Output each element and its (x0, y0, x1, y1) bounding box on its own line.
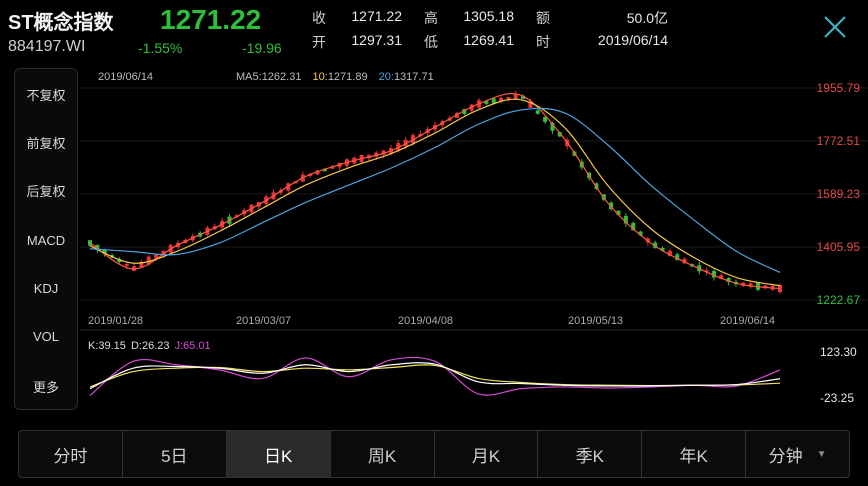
sidebar-item-no-adjust[interactable]: 不复权 (15, 85, 77, 104)
ma20-label: 20: (379, 71, 394, 83)
candle-body (124, 264, 129, 267)
candle-body (506, 97, 511, 99)
close-value: 1271.22 (351, 8, 402, 24)
chevron-down-icon: ▼ (816, 448, 827, 460)
low-label: 低 (424, 34, 438, 50)
sidebar-item-kdj[interactable]: KDJ (15, 281, 77, 296)
open-value: 1297.31 (351, 32, 402, 48)
kdj-axis: 123.30 -23.25 (820, 345, 857, 405)
change-amount: -19.96 (242, 40, 282, 56)
kdj-legend: K:39.15 D:26.23 J:65.01 (88, 340, 211, 352)
sidebar-item-backward-adjust[interactable]: 后复权 (15, 181, 77, 200)
tab-minute[interactable]: 分钟 ▼ (746, 431, 849, 477)
price-tick-label: 1955.79 (817, 81, 861, 95)
high-value: 1305.18 (463, 8, 514, 24)
date-tick-label: 2019/03/07 (236, 315, 291, 327)
high-label: 高 (424, 10, 438, 26)
ma5-label: MA5: (236, 71, 262, 83)
kdj-k-value: K:39.15 (88, 340, 126, 352)
tab-yearly-k[interactable]: 年K (642, 431, 747, 477)
sidebar-item-vol[interactable]: VOL (15, 329, 77, 344)
date-tick-label: 2019/06/14 (720, 315, 775, 327)
period-tabs: 分时 5日 日K 周K 月K 季K 年K 分钟 ▼ (18, 430, 850, 478)
ma20-value: 1317.71 (394, 71, 434, 83)
date-tick-label: 2019/01/28 (88, 315, 143, 327)
tab-5day[interactable]: 5日 (123, 431, 227, 477)
candle-body (535, 110, 540, 114)
index-title: ST概念指数 (8, 12, 114, 34)
date-value: 2019/06/14 (597, 32, 668, 48)
kdj-tick-label: 123.30 (820, 345, 857, 359)
tab-daily-k[interactable]: 日K (226, 431, 331, 477)
amount-value: 50.0亿 (626, 10, 668, 26)
price-tick-label: 1222.67 (817, 293, 861, 307)
sidebar-item-forward-adjust[interactable]: 前复权 (15, 133, 77, 152)
close-label: 收 (312, 10, 326, 26)
ma5-value: 1262.31 (262, 71, 302, 83)
sidebar-item-macd[interactable]: MACD (15, 233, 77, 248)
indicator-sidebar: 不复权 前复权 后复权 MACD KDJ VOL 更多 (14, 68, 78, 410)
tab-intraday[interactable]: 分时 (19, 431, 123, 477)
kdj-k-line (89, 362, 781, 390)
tab-weekly-k[interactable]: 周K (331, 431, 435, 477)
ma-legend: MA5:1262.31 10:1271.89 20:1317.71 (236, 71, 434, 83)
low-value: 1269.41 (463, 32, 514, 48)
kdj-lines (89, 356, 781, 396)
ma10-value: 1271.89 (328, 71, 368, 83)
kdj-d-line (89, 364, 781, 388)
date-tick-label: 2019/04/08 (398, 315, 453, 327)
kdj-j-line (89, 356, 781, 396)
chart-grid (80, 87, 868, 331)
close-icon[interactable] (822, 14, 848, 40)
open-label: 开 (312, 34, 326, 50)
kline-chart[interactable]: 2019/06/14 MA5:1262.31 10:1271.89 20:131… (80, 60, 868, 430)
ma10-label: 10: (313, 71, 328, 83)
price-tick-label: 1405.95 (817, 240, 861, 254)
date-tick-label: 2019/05/13 (568, 315, 623, 327)
chart-date: 2019/06/14 (98, 71, 153, 83)
kdj-d-value: D:26.23 (131, 340, 170, 352)
kdj-j-value: J:65.01 (175, 340, 211, 352)
candle-body (755, 282, 760, 290)
index-code: 884197.WI (8, 38, 86, 55)
price-axis: 1955.79 1772.51 1589.23 1405.95 1222.67 (817, 81, 861, 307)
tab-monthly-k[interactable]: 月K (435, 431, 539, 477)
change-percent: -1.55% (138, 40, 183, 56)
price-tick-label: 1772.51 (817, 134, 861, 148)
date-label: 时 (536, 34, 550, 50)
price-tick-label: 1589.23 (817, 187, 861, 201)
current-price: 1271.22 (160, 4, 262, 35)
tab-quarterly-k[interactable]: 季K (538, 431, 643, 477)
kdj-tick-label: -23.25 (820, 391, 854, 405)
sidebar-item-more[interactable]: 更多 (15, 377, 77, 396)
amount-label: 额 (536, 10, 550, 26)
date-axis: 2019/01/28 2019/03/07 2019/04/08 2019/05/13… (88, 315, 775, 327)
candlesticks (88, 90, 782, 294)
